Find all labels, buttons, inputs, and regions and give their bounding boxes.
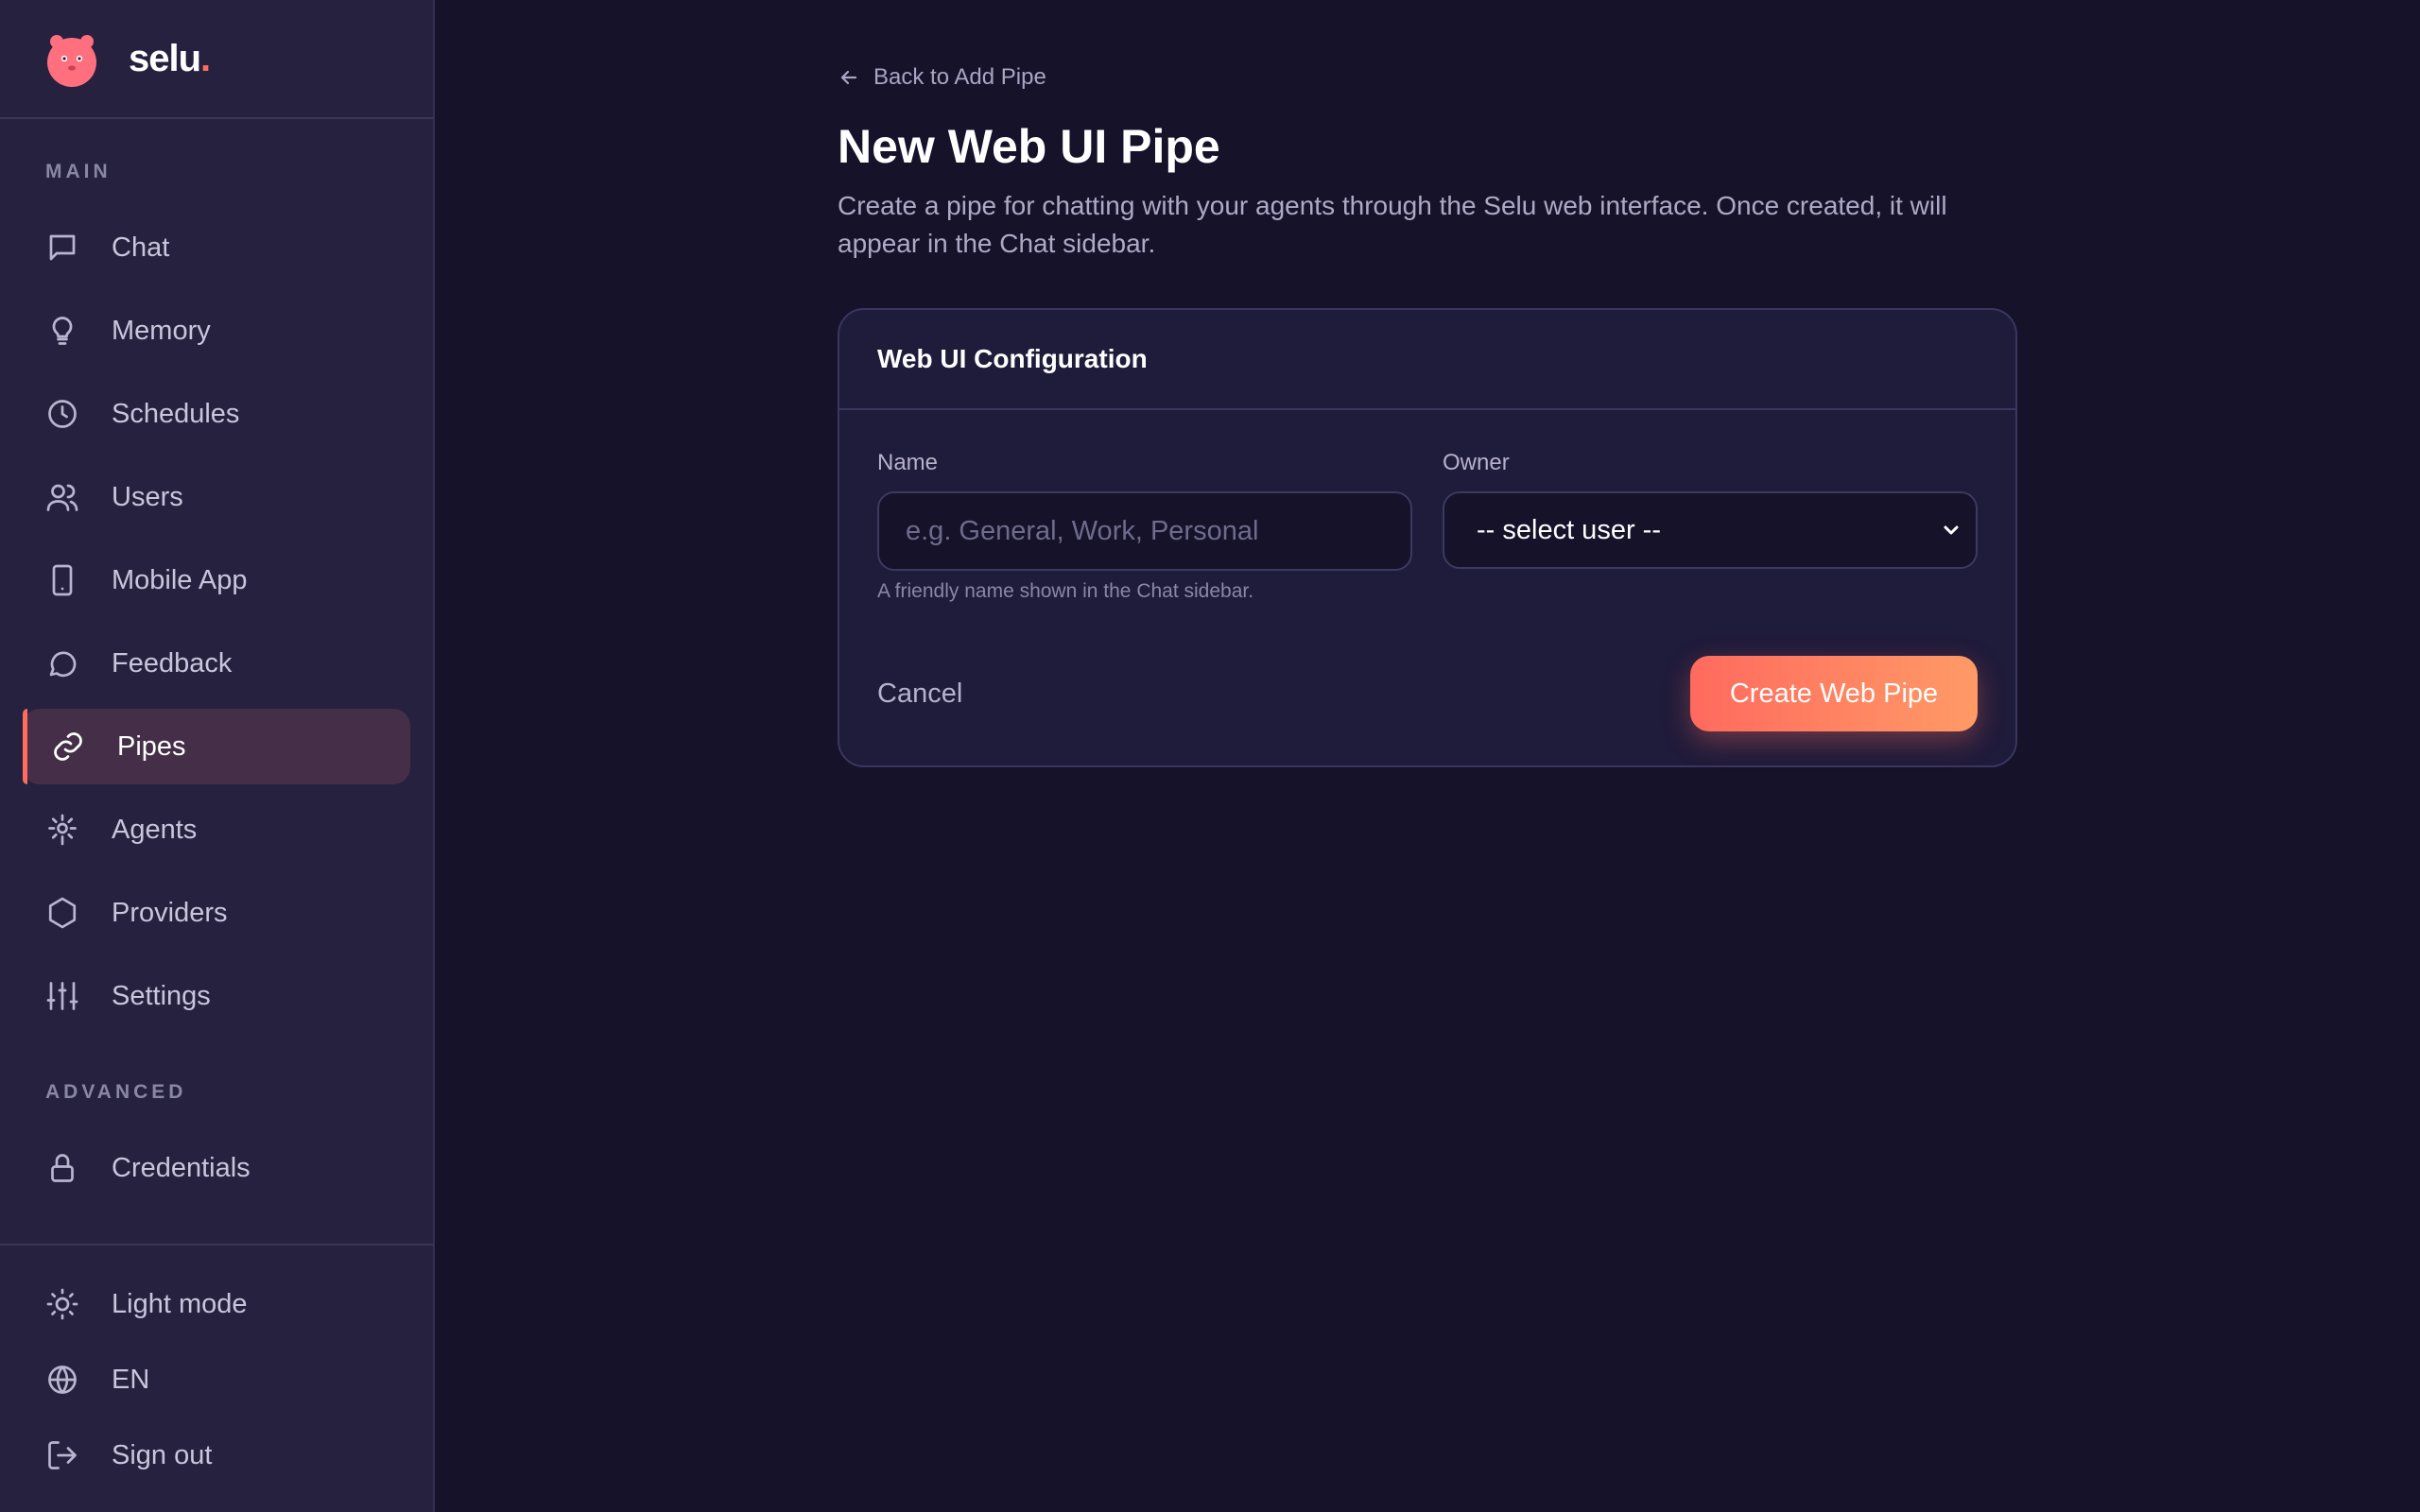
sidebar-item-label: Light mode [112, 1288, 248, 1319]
brand-name: selu. [129, 37, 211, 79]
bear-logo-icon [47, 35, 96, 87]
sign-out-icon [45, 1438, 79, 1472]
lightbulb-icon [45, 314, 79, 348]
sidebar: selu. MAIN Chat Memory Schedules Users M… [0, 0, 435, 1512]
arrow-left-icon [840, 70, 857, 85]
sun-icon [45, 1287, 79, 1321]
owner-label: Owner [1443, 450, 1510, 475]
sidebar-item-providers[interactable]: Providers [23, 875, 410, 951]
sign-out-button[interactable]: Sign out [23, 1418, 410, 1493]
sidebar-item-label: Pipes [117, 730, 186, 762]
sliders-icon [45, 979, 79, 1013]
globe-icon [45, 1363, 79, 1397]
chevron-down-icon [1944, 525, 1959, 535]
card-title: Web UI Configuration [839, 310, 2015, 410]
sidebar-item-label: EN [112, 1364, 150, 1395]
hexagon-icon [45, 896, 79, 930]
owner-select[interactable]: -- select user -- [1443, 491, 1978, 569]
brand[interactable]: selu. [0, 0, 433, 119]
sidebar-item-label: Feedback [112, 647, 233, 679]
feedback-icon [45, 646, 79, 680]
section-label-advanced: ADVANCED [45, 1081, 187, 1103]
owner-select-value: -- select user -- [1477, 514, 1661, 545]
sidebar-item-label: Memory [112, 315, 211, 346]
page-title: New Web UI Pipe [838, 120, 1220, 173]
sidebar-item-feedback[interactable]: Feedback [23, 626, 410, 701]
sidebar-item-schedules[interactable]: Schedules [23, 376, 410, 452]
sidebar-item-label: Sign out [112, 1439, 213, 1470]
name-label: Name [877, 450, 939, 475]
users-icon [45, 480, 79, 514]
sidebar-item-agents[interactable]: Agents [23, 792, 410, 868]
lock-icon [45, 1151, 79, 1185]
agents-icon [45, 813, 79, 847]
sidebar-item-memory[interactable]: Memory [23, 293, 410, 369]
sidebar-item-credentials[interactable]: Credentials [23, 1130, 410, 1206]
page-description: Create a pipe for chatting with your age… [838, 191, 1947, 258]
chat-icon [45, 231, 79, 265]
web-ui-config-card: Web UI Configuration Name A friendly nam… [838, 308, 2017, 767]
sidebar-item-label: Settings [112, 980, 211, 1011]
clock-icon [45, 397, 79, 431]
sidebar-item-label: Mobile App [112, 564, 248, 595]
language-selector[interactable]: EN [23, 1342, 410, 1418]
phone-icon [45, 563, 79, 597]
sidebar-item-label: Schedules [112, 398, 240, 429]
sidebar-item-label: Chat [112, 232, 170, 263]
sidebar-item-users[interactable]: Users [23, 459, 410, 535]
sidebar-item-label: Agents [112, 814, 198, 845]
light-mode-toggle[interactable]: Light mode [23, 1266, 410, 1342]
sidebar-item-label: Credentials [112, 1152, 251, 1183]
sidebar-item-label: Users [112, 481, 183, 512]
sidebar-item-label: Providers [112, 897, 228, 928]
cancel-button[interactable]: Cancel [877, 679, 962, 710]
sidebar-divider [0, 1244, 433, 1246]
link-icon [51, 730, 85, 764]
sidebar-item-chat[interactable]: Chat [23, 210, 410, 285]
back-link[interactable]: Back to Add Pipe [838, 64, 1046, 91]
back-link-label: Back to Add Pipe [873, 64, 1046, 90]
create-web-pipe-button[interactable]: Create Web Pipe [1690, 656, 1978, 731]
sidebar-item-mobile-app[interactable]: Mobile App [23, 542, 410, 618]
name-hint: A friendly name shown in the Chat sideba… [877, 580, 1254, 602]
name-input[interactable] [877, 491, 1412, 571]
sidebar-item-pipes[interactable]: Pipes [23, 709, 410, 784]
section-label-main: MAIN [45, 161, 112, 182]
sidebar-item-settings[interactable]: Settings [23, 958, 410, 1034]
